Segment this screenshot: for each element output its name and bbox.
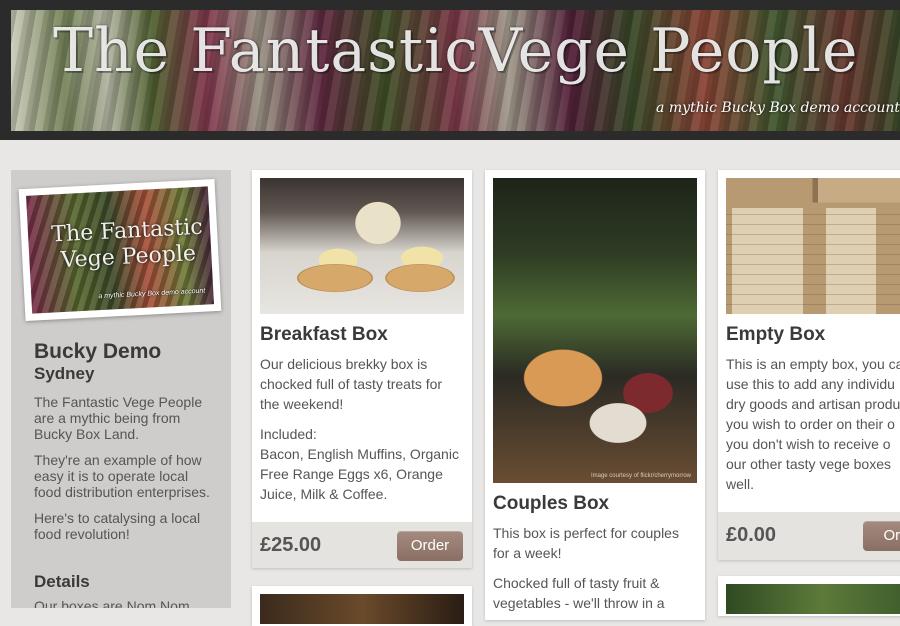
box-detail (726, 208, 900, 314)
product-card (718, 576, 900, 616)
site-title[interactable]: The FantasticVege People (53, 16, 859, 86)
product-title[interactable]: Couples Box (493, 493, 609, 515)
product-description: This box is perfect for couples for a we… (493, 523, 693, 620)
product-image[interactable] (726, 584, 900, 614)
product-card-couples-box: Image courtesy of flickr/cherrymorrow Co… (485, 170, 705, 620)
header: The FantasticVege People a mythic Bucky … (0, 10, 900, 140)
logo-subtitle: a mythic Bucky Box demo account (98, 287, 206, 301)
site-subtitle: a mythic Bucky Box demo account (656, 100, 900, 116)
details-heading: Details (34, 572, 90, 591)
description-text: This box is perfect for couples for a we… (493, 525, 679, 561)
description-text: Our delicious brekky box is chocked full… (260, 356, 443, 412)
product-price: £25.00 (260, 534, 322, 556)
breakfast-box-image[interactable] (260, 178, 464, 314)
intro-paragraph: Here's to catalysing a local food revolu… (34, 510, 201, 542)
product-title[interactable]: Breakfast Box (260, 324, 388, 346)
included-label: Included: (260, 426, 317, 442)
business-name: Bucky Demo (34, 340, 162, 363)
logo-title: The Fantastic Vege People (50, 214, 204, 274)
product-card (252, 586, 472, 626)
business-city: Sydney (34, 364, 95, 383)
product-card-empty-box: Empty Box This is an empty box, you ca u… (718, 170, 900, 560)
image-credit: Image courtesy of flickr/cherrymorrow (590, 473, 691, 479)
product-title[interactable]: Empty Box (726, 324, 825, 346)
description-text: This is an empty box, you ca use this to… (726, 356, 900, 492)
sidebar: The Fantastic Vege People a mythic Bucky… (11, 170, 231, 608)
product-description: Our delicious brekky box is chocked full… (260, 354, 460, 514)
product-card-breakfast-box: Breakfast Box Our delicious brekky box i… (252, 170, 472, 568)
couples-box-image[interactable]: Image courtesy of flickr/cherrymorrow (493, 178, 697, 483)
sidebar-info: Bucky Demo Sydney The Fantastic Vege Peo… (34, 340, 219, 608)
product-description: This is an empty box, you ca use this to… (726, 354, 900, 504)
card-footer: £25.00 Order (252, 522, 472, 568)
logo-image: The Fantastic Vege People a mythic Bucky… (26, 186, 214, 314)
description-text: Chocked full of tasty fruit & vegetables… (493, 575, 665, 611)
details-text: Our boxes are Nom Nom (34, 598, 190, 608)
included-items: Bacon, English Muffins, Organic Free Ran… (260, 446, 459, 502)
intro-paragraph: The Fantastic Vege People are a mythic b… (34, 394, 203, 442)
product-price: £0.00 (726, 524, 777, 546)
intro-paragraph: They're an example of how easy it is to … (34, 452, 210, 500)
card-footer: £0.00 Ord (718, 512, 900, 560)
top-bar (0, 0, 900, 10)
order-button[interactable]: Ord (863, 521, 900, 551)
header-banner: The FantasticVege People a mythic Bucky … (11, 10, 900, 131)
sidebar-logo-photo: The Fantastic Vege People a mythic Bucky… (18, 178, 222, 322)
order-button[interactable]: Order (397, 531, 463, 561)
empty-box-image[interactable] (726, 178, 900, 314)
product-image[interactable] (260, 594, 464, 624)
